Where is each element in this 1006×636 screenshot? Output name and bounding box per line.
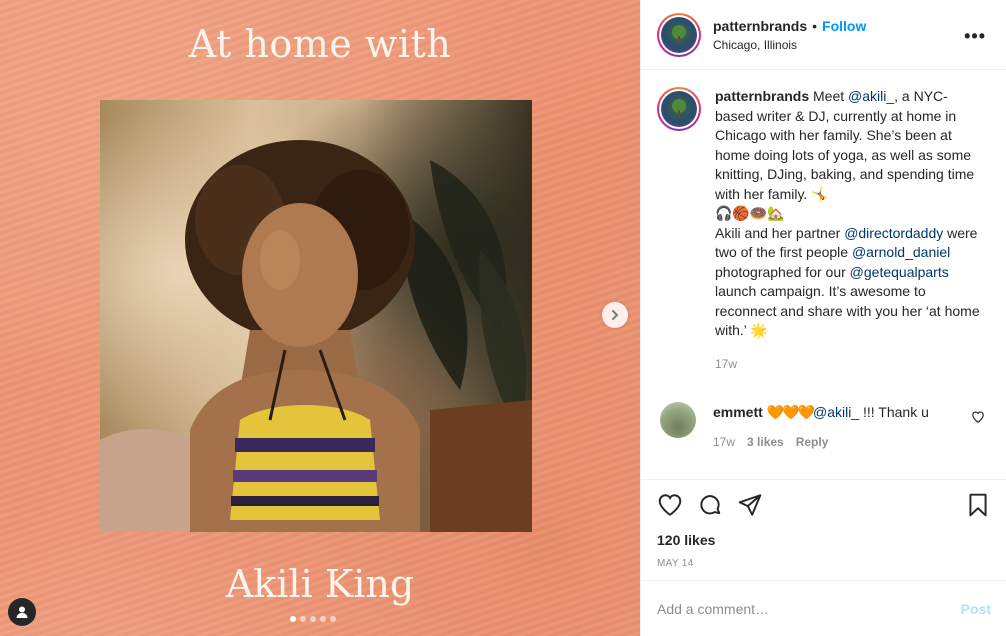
post-date[interactable]: MAY 14 bbox=[657, 558, 991, 569]
portrait-illustration bbox=[100, 140, 532, 532]
mention-link[interactable]: @getequalparts bbox=[850, 264, 949, 280]
caption-segment: Akili and her partner bbox=[715, 224, 845, 241]
caption: patternbrands Meet @akili_, a NYC-based … bbox=[657, 87, 991, 374]
post-actions: 120 likes MAY 14 bbox=[641, 479, 1006, 579]
likes-count[interactable]: 120 likes bbox=[657, 532, 991, 548]
post-comment-button[interactable]: Post bbox=[961, 601, 991, 617]
avatar[interactable] bbox=[657, 87, 701, 131]
mention-link[interactable]: @directordaddy bbox=[844, 225, 943, 241]
caption-segment: photographed for our bbox=[715, 263, 850, 280]
like-comment-button[interactable] bbox=[971, 410, 985, 429]
slide-indicator bbox=[290, 616, 336, 622]
hearts-emoji: 🧡🧡🧡 bbox=[766, 404, 815, 420]
heart-icon bbox=[972, 411, 984, 423]
comment-timestamp[interactable]: 17w bbox=[713, 432, 735, 452]
mention-link[interactable]: @arnold_daniel bbox=[852, 244, 950, 260]
comment-item: emmett 🧡🧡🧡@akili_ !!! Thank u 17w 3 like… bbox=[657, 402, 991, 452]
slide-dot bbox=[310, 616, 316, 622]
mention-link[interactable]: @akili_ bbox=[848, 88, 894, 104]
next-slide-button[interactable] bbox=[602, 302, 628, 328]
comment-button[interactable] bbox=[697, 492, 723, 518]
tree-logo-icon bbox=[672, 99, 686, 118]
location-link[interactable]: Chicago, Illinois bbox=[713, 38, 866, 52]
paper-plane-icon bbox=[738, 494, 762, 516]
caption-segment: Meet bbox=[809, 88, 849, 104]
emoji-line: 🎧🏀🍩🏡 bbox=[715, 205, 785, 221]
slide-dot bbox=[320, 616, 326, 622]
speech-bubble-icon bbox=[700, 495, 721, 515]
tagged-users-button[interactable] bbox=[8, 598, 36, 626]
comment-text: !!! Thank u bbox=[859, 404, 929, 420]
post-side-panel: patternbrands • Follow Chicago, Illinois… bbox=[640, 0, 1006, 636]
separator-dot: • bbox=[812, 17, 818, 34]
caption-timestamp[interactable]: 17w bbox=[715, 355, 981, 375]
post-media[interactable]: At home with Akili King bbox=[0, 0, 640, 636]
avatar[interactable] bbox=[657, 12, 701, 57]
header-username[interactable]: patternbrands bbox=[713, 18, 807, 34]
avatar[interactable] bbox=[660, 402, 696, 438]
add-comment-bar: Add a comment… Post bbox=[641, 580, 1006, 636]
like-button[interactable] bbox=[657, 492, 683, 518]
slide-dot bbox=[300, 616, 306, 622]
caption-segment: , a NYC-based writer & DJ, currently at … bbox=[715, 88, 975, 202]
media-title-text: At home with bbox=[188, 22, 452, 66]
mention-link[interactable]: @akili_ bbox=[813, 404, 859, 420]
caption-segment: launch campaign. It’s awesome to reconne… bbox=[715, 283, 980, 338]
comments-area[interactable]: patternbrands Meet @akili_, a NYC-based … bbox=[641, 71, 1006, 479]
save-button[interactable] bbox=[965, 492, 991, 518]
comment-input[interactable]: Add a comment… bbox=[657, 601, 769, 617]
chevron-right-icon bbox=[612, 310, 619, 320]
user-icon bbox=[16, 606, 28, 618]
comment-username[interactable]: emmett bbox=[713, 404, 763, 420]
more-options-button[interactable]: ••• bbox=[964, 26, 986, 47]
caption-text: patternbrands Meet @akili_, a NYC-based … bbox=[715, 87, 981, 374]
comment-likes[interactable]: 3 likes bbox=[747, 432, 784, 452]
share-button[interactable] bbox=[737, 492, 763, 518]
bookmark-icon bbox=[969, 493, 987, 517]
portrait-photo bbox=[100, 100, 532, 532]
caption-username[interactable]: patternbrands bbox=[715, 88, 809, 104]
slide-dot bbox=[330, 616, 336, 622]
slide-dot bbox=[290, 616, 296, 622]
post-header: patternbrands • Follow Chicago, Illinois… bbox=[641, 0, 1006, 70]
reply-button[interactable]: Reply bbox=[796, 432, 829, 452]
media-name-text: Akili King bbox=[225, 562, 415, 606]
follow-button[interactable]: Follow bbox=[822, 18, 866, 34]
tree-logo-icon bbox=[672, 24, 686, 44]
heart-icon bbox=[658, 494, 682, 516]
